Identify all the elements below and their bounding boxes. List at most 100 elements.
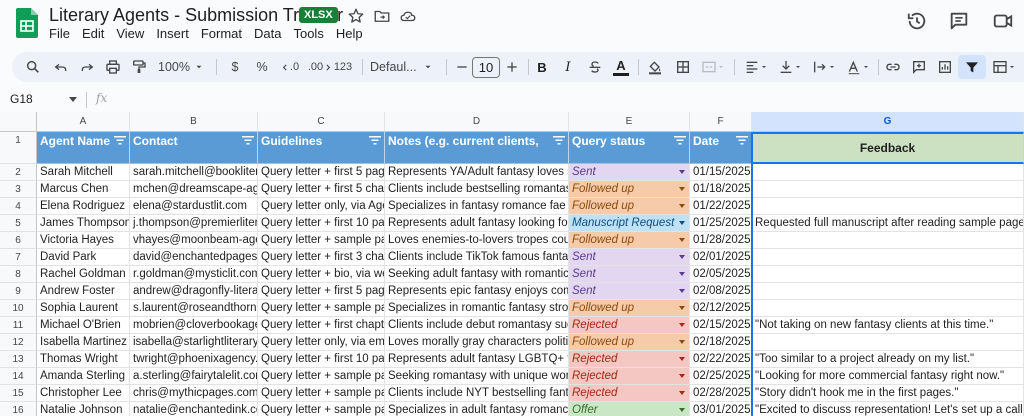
cell-guidelines[interactable]: Query letter + first 5 chapte [258, 181, 385, 198]
row-header-13[interactable]: 13 [0, 351, 37, 368]
cell-guidelines[interactable]: Query letter + sample pag [258, 300, 385, 317]
font-family-select[interactable]: Defaul... [370, 57, 438, 77]
paint-format-icon[interactable] [130, 57, 148, 77]
cell-notes[interactable]: Represents YA/Adult fantasy loves str [385, 164, 569, 181]
cell-notes[interactable]: Specializes in romantic fantasy strong [385, 300, 569, 317]
cell-notes[interactable]: Specializes in fantasy romance fae st [385, 198, 569, 215]
insert-chart-icon[interactable] [936, 57, 954, 77]
header-cell-query-status[interactable]: Query status [569, 132, 690, 164]
print-icon[interactable] [104, 57, 122, 77]
undo-icon[interactable] [52, 57, 70, 77]
vertical-align-icon[interactable] [776, 57, 804, 77]
cell-query-status[interactable]: Sent [569, 266, 690, 283]
cell-query-status[interactable]: Offer [569, 402, 690, 416]
increase-font-size-button[interactable] [504, 57, 520, 77]
row-header-9[interactable]: 9 [0, 283, 37, 300]
decrease-font-size-button[interactable] [454, 57, 470, 77]
cell-date[interactable]: 01/22/2025 [690, 198, 752, 215]
row-header-2[interactable]: 2 [0, 164, 37, 181]
cell-date[interactable]: 02/05/2025 [690, 266, 752, 283]
row-header-1[interactable]: 1 [0, 132, 37, 164]
status-dropdown-icon[interactable] [679, 391, 685, 395]
strikethrough-icon[interactable] [586, 57, 604, 77]
column-header-g[interactable]: G [752, 112, 1024, 132]
menu-data[interactable]: Data [254, 26, 289, 41]
cell-agent-name[interactable]: Thomas Wright [37, 351, 130, 368]
cell-notes[interactable]: Clients include NYT bestselling fantas [385, 385, 569, 402]
italic-button[interactable]: I [560, 57, 576, 77]
select-all-corner[interactable] [0, 112, 37, 132]
column-header-c[interactable]: C [258, 112, 385, 132]
cell-agent-name[interactable]: Elena Rodriguez [37, 198, 130, 215]
cell-query-status[interactable]: Rejected [569, 385, 690, 402]
column-header-d[interactable]: D [385, 112, 569, 132]
row-header-6[interactable]: 6 [0, 232, 37, 249]
cell-feedback[interactable]: "Looking for more commercial fantasy rig… [752, 368, 1024, 385]
cell-notes[interactable]: Seeking adult fantasy with romantic e [385, 266, 569, 283]
row-header-10[interactable]: 10 [0, 300, 37, 317]
cell-agent-name[interactable]: Christopher Lee [37, 385, 130, 402]
cell-query-status[interactable]: Sent [569, 283, 690, 300]
cell-notes[interactable]: Represents adult fantasy looking for d [385, 215, 569, 232]
status-dropdown-icon[interactable] [679, 289, 685, 293]
menu-file[interactable]: File [49, 26, 78, 41]
cell-contact[interactable]: j.thompson@premierlitera [130, 215, 258, 232]
text-rotation-icon[interactable] [844, 57, 872, 77]
version-history-icon[interactable] [906, 10, 928, 32]
status-dropdown-icon[interactable] [679, 238, 685, 242]
cell-agent-name[interactable]: James Thompson [37, 215, 130, 232]
move-to-folder-icon[interactable] [373, 7, 391, 25]
cell-date[interactable]: 02/22/2025 [690, 351, 752, 368]
column-header-f[interactable]: F [690, 112, 752, 132]
status-dropdown-icon[interactable] [679, 204, 685, 208]
number-format-button[interactable]: 123 [332, 57, 354, 77]
row-header-15[interactable]: 15 [0, 385, 37, 402]
cell-query-status[interactable]: Followed up [569, 300, 690, 317]
cell-guidelines[interactable]: Query letter + sample pag [258, 385, 385, 402]
cell-notes[interactable]: Clients include bestselling romantasy [385, 181, 569, 198]
cell-guidelines[interactable]: Query letter only, via Agen [258, 198, 385, 215]
status-dropdown-icon[interactable] [679, 272, 685, 276]
fill-color-icon[interactable] [646, 57, 664, 77]
cell-guidelines[interactable]: Query letter + sample pag [258, 232, 385, 249]
cell-agent-name[interactable]: Victoria Hayes [37, 232, 130, 249]
cell-contact[interactable]: r.goldman@mysticlit.com [130, 266, 258, 283]
cell-feedback[interactable] [752, 181, 1024, 198]
merge-cells-icon[interactable] [700, 57, 726, 77]
bold-button[interactable]: B [534, 57, 550, 77]
cell-guidelines[interactable]: Query letter + first 5 page [258, 283, 385, 300]
cell-guidelines[interactable]: Query letter + sample pag [258, 368, 385, 385]
cell-feedback[interactable]: "Not taking on new fantasy clients at th… [752, 317, 1024, 334]
cell-date[interactable]: 02/18/2025 [690, 334, 752, 351]
cell-contact[interactable]: twright@phoenixagency.c [130, 351, 258, 368]
text-wrapping-icon[interactable] [810, 57, 838, 77]
star-icon[interactable] [347, 7, 365, 25]
menu-edit[interactable]: Edit [82, 26, 112, 41]
cell-date[interactable]: 01/18/2025 [690, 181, 752, 198]
cell-query-status[interactable]: Followed up [569, 232, 690, 249]
row-header-4[interactable]: 4 [0, 198, 37, 215]
search-menus-icon[interactable] [24, 57, 42, 77]
cell-agent-name[interactable]: Michael O'Brien [37, 317, 130, 334]
cell-feedback[interactable] [752, 198, 1024, 215]
row-header-8[interactable]: 8 [0, 266, 37, 283]
filter-views-icon[interactable] [990, 57, 1018, 77]
row-header-14[interactable]: 14 [0, 368, 37, 385]
text-color-button[interactable]: A [612, 57, 630, 77]
cell-agent-name[interactable]: Amanda Sterling [37, 368, 130, 385]
increase-decimals-button[interactable]: .00 [306, 57, 334, 77]
cell-guidelines[interactable]: Query letter + sample pag [258, 402, 385, 416]
status-dropdown-icon[interactable] [679, 374, 685, 378]
cell-feedback[interactable] [752, 334, 1024, 351]
column-filter-icon[interactable] [242, 135, 254, 145]
status-dropdown-icon[interactable] [679, 323, 685, 327]
cell-feedback[interactable] [752, 283, 1024, 300]
header-cell-guidelines[interactable]: Guidelines [258, 132, 385, 164]
cell-feedback[interactable]: "Too similar to a project already on my … [752, 351, 1024, 368]
cell-query-status[interactable]: Followed up [569, 334, 690, 351]
cell-agent-name[interactable]: Sarah Mitchell [37, 164, 130, 181]
horizontal-align-icon[interactable] [742, 57, 770, 77]
cell-guidelines[interactable]: Query letter + bio, via web [258, 266, 385, 283]
cell-agent-name[interactable]: Isabella Martinez [37, 334, 130, 351]
font-size-input[interactable]: 10 [472, 57, 500, 78]
